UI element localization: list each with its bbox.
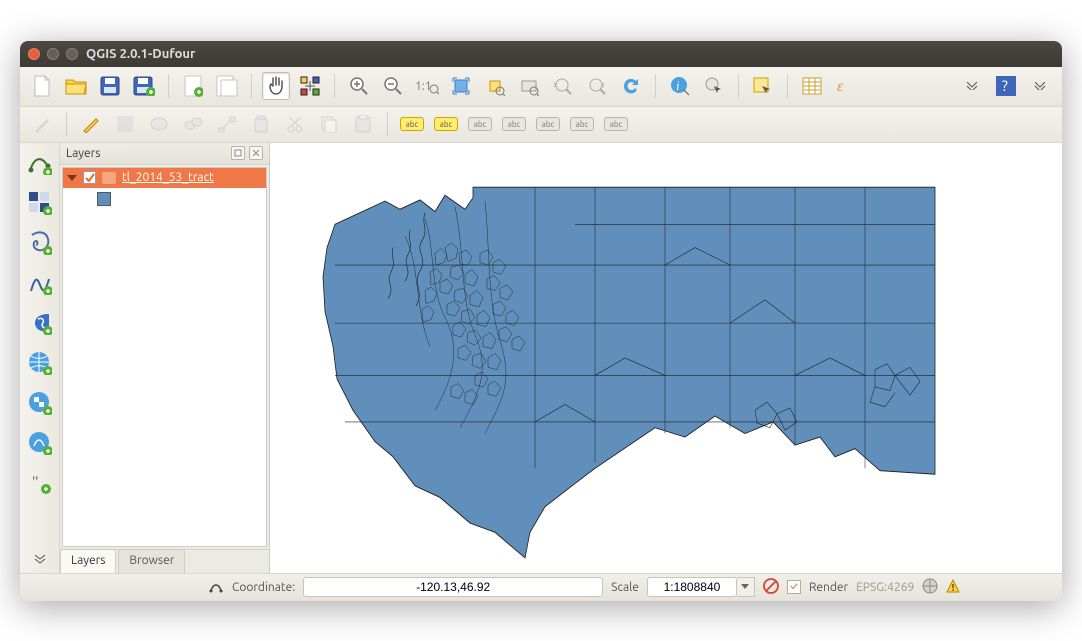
window-controls (28, 48, 78, 60)
map-canvas[interactable] (270, 143, 1062, 573)
layer-name-label: tl_2014_53_tract (122, 171, 214, 184)
pan-to-selected-button[interactable] (296, 72, 324, 100)
title-bar: QGIS 2.0.1-Dufour (20, 41, 1062, 67)
scale-dropdown-caret[interactable] (737, 577, 755, 597)
add-mssql-button[interactable] (26, 309, 54, 337)
toolbar-main: 1:1 i (20, 67, 1062, 107)
new-composer-button[interactable] (179, 72, 207, 100)
messages-icon[interactable] (946, 579, 960, 596)
render-label: Render (809, 581, 848, 594)
crs-button[interactable] (922, 578, 938, 597)
label-change-button[interactable]: abc (602, 110, 630, 138)
copy-button[interactable] (315, 110, 343, 138)
zoom-next-button[interactable] (583, 72, 611, 100)
cut-button[interactable] (281, 110, 309, 138)
label-showhide-button[interactable]: abc (500, 110, 528, 138)
label-rotate-button[interactable]: abc (568, 110, 596, 138)
layer-collapse-toggle[interactable] (67, 175, 77, 181)
zoom-in-button[interactable] (345, 72, 373, 100)
add-wcs-button[interactable] (26, 389, 54, 417)
label-move-button[interactable]: abc (534, 110, 562, 138)
zoom-full-button[interactable] (447, 72, 475, 100)
minimize-button[interactable] (47, 48, 59, 60)
layers-panel-title: Layers (66, 147, 100, 160)
help-button[interactable]: ? (992, 72, 1020, 100)
paste-button[interactable] (349, 110, 377, 138)
label-highlight-button[interactable]: abc (432, 110, 460, 138)
move-feature-button[interactable] (179, 110, 207, 138)
tab-layers[interactable]: Layers (60, 549, 116, 573)
add-feature-button[interactable] (145, 110, 173, 138)
deselect-button[interactable] (749, 72, 777, 100)
data-source-toolbar: " (20, 143, 60, 573)
layer-row-selected[interactable]: tl_2014_53_tract (63, 168, 266, 188)
scale-combo[interactable] (647, 577, 755, 597)
layer-visibility-checkbox[interactable] (83, 171, 96, 184)
identify-button[interactable]: i (666, 72, 694, 100)
select-button[interactable] (700, 72, 728, 100)
svg-text:?: ? (1002, 77, 1008, 94)
render-checkbox[interactable] (787, 580, 801, 594)
toggle-extents-icon[interactable] (208, 578, 224, 597)
zoom-native-button[interactable]: 1:1 (413, 72, 441, 100)
add-vector-button[interactable] (26, 149, 54, 177)
zoom-to-layer-button[interactable] (515, 72, 543, 100)
status-bar: Coordinate: Scale Render EPSG:4269 (20, 573, 1062, 601)
close-button[interactable] (28, 48, 40, 60)
coordinate-label: Coordinate: (232, 581, 295, 594)
layers-tree[interactable]: tl_2014_53_tract (62, 167, 267, 547)
add-wfs-button[interactable] (26, 429, 54, 457)
tab-browser[interactable]: Browser (118, 549, 185, 573)
zoom-last-button[interactable] (549, 72, 577, 100)
add-raster-button[interactable] (26, 189, 54, 217)
new-project-button[interactable] (28, 72, 56, 100)
save-as-button[interactable] (130, 72, 158, 100)
zoom-to-selection-button[interactable] (481, 72, 509, 100)
zoom-out-button[interactable] (379, 72, 407, 100)
svg-text:": " (32, 474, 39, 491)
composer-manager-button[interactable] (213, 72, 241, 100)
scale-input[interactable] (647, 577, 737, 597)
toolbar-edit: abc abc abc abc abc abc abc (20, 107, 1062, 143)
add-wms-button[interactable] (26, 349, 54, 377)
label-settings-button[interactable]: abc (398, 110, 426, 138)
add-spatialite-button[interactable] (26, 269, 54, 297)
app-window: QGIS 2.0.1-Dufour (20, 41, 1062, 601)
attribute-table-button[interactable] (798, 72, 826, 100)
sidebar-overflow[interactable] (26, 545, 54, 573)
layers-panel-tabs: Layers Browser (60, 549, 269, 573)
save-edits-button[interactable] (111, 110, 139, 138)
scale-label: Scale (611, 581, 639, 594)
layer-type-icon (102, 172, 116, 184)
svg-text:i: i (676, 78, 680, 93)
toolbar-overflow-1[interactable] (958, 72, 986, 100)
workspace: " Layers tl_2014_53_tract (20, 143, 1062, 573)
window-title: QGIS 2.0.1-Dufour (86, 47, 195, 61)
add-text-button[interactable]: " (26, 469, 54, 497)
node-tool-button[interactable] (213, 110, 241, 138)
toolbar-overflow-2[interactable] (1026, 72, 1054, 100)
delete-selected-button[interactable] (247, 110, 275, 138)
add-postgis-button[interactable] (26, 229, 54, 257)
crs-label: EPSG:4269 (856, 581, 914, 594)
layer-legend-swatch (97, 192, 111, 206)
open-project-button[interactable] (62, 72, 90, 100)
layers-panel-undock[interactable] (231, 146, 245, 160)
current-edits-button[interactable] (28, 110, 56, 138)
layers-panel-close[interactable] (249, 146, 263, 160)
pan-button[interactable] (262, 72, 290, 100)
svg-text:ε: ε (837, 78, 844, 95)
save-button[interactable] (96, 72, 124, 100)
expression-button[interactable]: ε (832, 72, 860, 100)
svg-text:1:1: 1:1 (415, 80, 432, 93)
stop-render-icon[interactable] (763, 578, 779, 597)
refresh-button[interactable] (617, 72, 645, 100)
maximize-button[interactable] (66, 48, 78, 60)
toggle-editing-button[interactable] (77, 110, 105, 138)
layers-panel: Layers tl_2014_53_tract Layers Browser (60, 143, 270, 573)
label-pin-button[interactable]: abc (466, 110, 494, 138)
coordinate-input[interactable] (303, 577, 603, 597)
layers-panel-header: Layers (60, 143, 269, 165)
